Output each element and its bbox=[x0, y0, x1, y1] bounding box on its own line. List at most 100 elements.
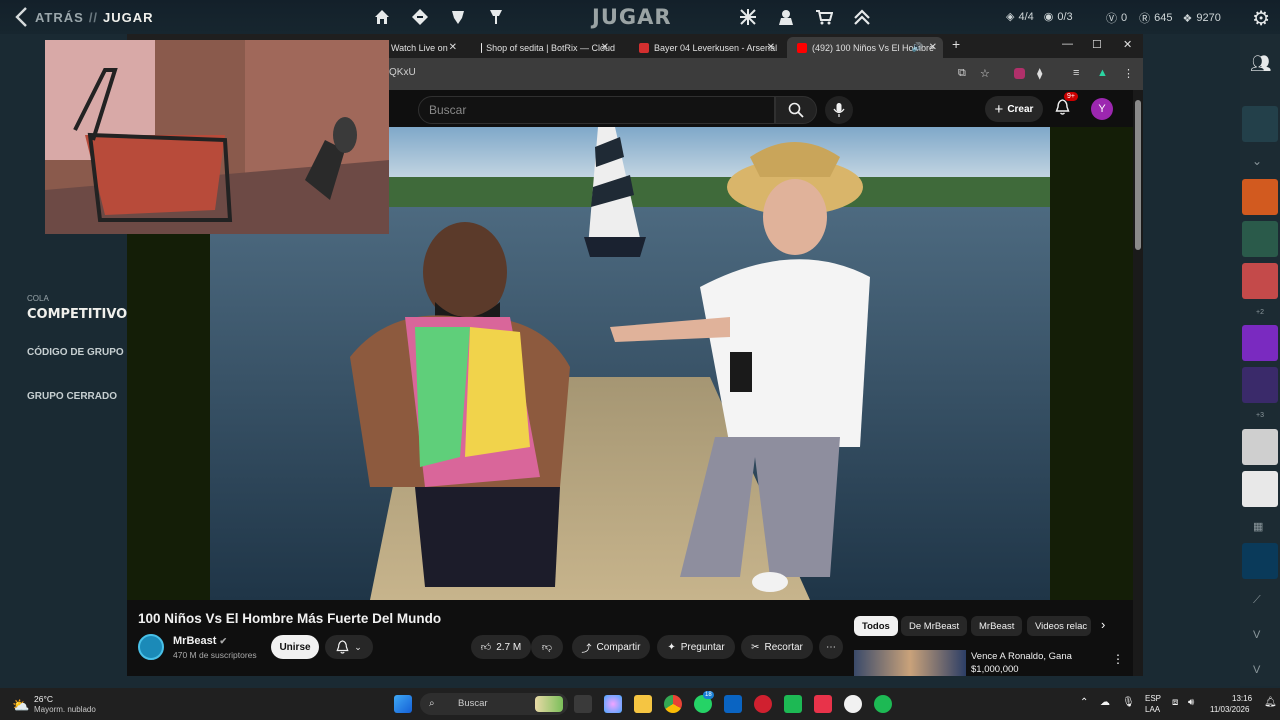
create-button[interactable]: + Crear bbox=[985, 96, 1043, 122]
clock-date[interactable]: 11/03/2026 bbox=[1210, 705, 1249, 714]
close-tab-icon[interactable]: ✕ bbox=[929, 42, 937, 53]
group-code-button[interactable]: CÓDIGO DE GRUPO bbox=[27, 347, 124, 358]
agents-icon[interactable] bbox=[411, 8, 429, 26]
media-controls-icon[interactable]: ≡ bbox=[1073, 67, 1079, 79]
chip-related[interactable]: Videos relac bbox=[1027, 616, 1091, 636]
search-button[interactable] bbox=[775, 96, 817, 124]
riot-client-icon[interactable] bbox=[754, 695, 772, 713]
valorant-taskbar-icon[interactable] bbox=[814, 695, 832, 713]
channel-name[interactable]: MrBeast ✔ bbox=[173, 635, 227, 647]
like-button[interactable]: 👍︎ 2.7 M bbox=[471, 635, 531, 659]
weather-temp[interactable]: 26°C bbox=[34, 694, 53, 704]
recommended-menu-icon[interactable]: ⋮ bbox=[1112, 652, 1124, 666]
install-app-icon[interactable]: ⧉ bbox=[958, 67, 966, 80]
notification-center-icon[interactable]: 🔔︎ bbox=[1264, 697, 1277, 708]
recommended-thumbnail[interactable] bbox=[854, 650, 966, 676]
show-hidden-icons[interactable]: ⌃ bbox=[1080, 697, 1088, 708]
language-line1[interactable]: ESP bbox=[1145, 694, 1161, 703]
breadcrumb-back[interactable]: ATRÁS bbox=[35, 10, 84, 25]
obs-icon[interactable] bbox=[784, 695, 802, 713]
clip-button[interactable]: ✂ Recortar bbox=[741, 635, 813, 659]
queue-mode[interactable]: COMPETITIVO bbox=[27, 307, 127, 322]
search-input[interactable]: Buscar bbox=[418, 96, 775, 124]
url-text[interactable]: QKxU bbox=[389, 67, 416, 78]
recommended-title[interactable]: Vence A Ronaldo, Gana $1,000,000 bbox=[971, 650, 1072, 676]
copilot-icon[interactable] bbox=[604, 695, 622, 713]
valorant-logo-icon[interactable]: V bbox=[1253, 629, 1260, 641]
extension-shield-icon[interactable] bbox=[1014, 68, 1025, 79]
home-icon[interactable] bbox=[373, 8, 391, 26]
browser-menu-icon[interactable]: ⋮ bbox=[1123, 67, 1134, 80]
offline-section-icon[interactable]: ⟋ bbox=[1253, 594, 1261, 607]
app-icon[interactable] bbox=[844, 695, 862, 713]
close-tab-icon[interactable]: ✕ bbox=[767, 42, 775, 53]
browser-tab-active[interactable]: (492) 100 Niños Vs El Hombre 🔊 ✕ bbox=[787, 37, 943, 58]
clock-time[interactable]: 13:16 bbox=[1232, 694, 1252, 703]
friend-avatar[interactable] bbox=[1242, 106, 1278, 142]
minimize-icon[interactable]: — bbox=[1062, 38, 1073, 50]
friend-avatar[interactable] bbox=[1242, 179, 1278, 215]
microphone-tray-icon[interactable]: 🎙︎ bbox=[1122, 697, 1135, 708]
chip-mrbeast[interactable]: MrBeast bbox=[971, 616, 1023, 636]
spotify-icon[interactable] bbox=[874, 695, 892, 713]
cloud-sync-icon[interactable]: ☁ bbox=[1100, 697, 1110, 708]
valorant-logo-icon[interactable]: V bbox=[1253, 664, 1260, 676]
rankup-icon[interactable] bbox=[853, 8, 871, 26]
chip-all[interactable]: Todos bbox=[854, 616, 898, 636]
friend-avatar[interactable] bbox=[1242, 325, 1278, 361]
back-arrow-icon[interactable] bbox=[10, 6, 32, 28]
volume-icon[interactable]: 🔊︎ bbox=[1188, 697, 1194, 708]
new-tab-icon[interactable]: + bbox=[952, 36, 960, 52]
friend-avatar[interactable] bbox=[1242, 263, 1278, 299]
browser-tab[interactable]: Bayer 04 Leverkusen - Arsenal ✕ bbox=[629, 37, 781, 58]
extensions-puzzle-icon[interactable]: ⧫ bbox=[1037, 67, 1042, 80]
league-of-legends-icon[interactable] bbox=[1242, 543, 1278, 579]
collapse-chevron-icon[interactable]: ⌄ bbox=[1252, 154, 1262, 168]
language-line2[interactable]: LAA bbox=[1145, 705, 1160, 714]
friend-avatar[interactable] bbox=[1242, 367, 1278, 403]
chrome-icon[interactable] bbox=[664, 695, 682, 713]
friend-avatar[interactable] bbox=[1242, 471, 1278, 507]
friends-overflow-count[interactable]: +3 bbox=[1240, 412, 1280, 419]
profile-extension-icon[interactable]: ▲ bbox=[1097, 67, 1108, 79]
friend-avatar[interactable] bbox=[1242, 429, 1278, 465]
chip-from-channel[interactable]: De MrBeast bbox=[901, 616, 968, 636]
share-button[interactable]: ⤴ Compartir bbox=[572, 635, 650, 659]
add-friend-icon[interactable]: 👥︎ bbox=[1250, 54, 1272, 74]
channel-avatar[interactable] bbox=[138, 634, 164, 660]
ask-button[interactable]: ✦ Preguntar bbox=[657, 635, 735, 659]
scrollbar-thumb[interactable] bbox=[1135, 100, 1141, 250]
voice-search-button[interactable] bbox=[825, 96, 853, 124]
battlepass-icon[interactable] bbox=[487, 8, 505, 26]
bookmark-star-icon[interactable]: ☆ bbox=[980, 67, 990, 80]
browser-tab[interactable]: Watch Live on ✕ bbox=[381, 37, 463, 58]
esports-icon[interactable] bbox=[739, 8, 757, 26]
audio-playing-icon[interactable]: 🔊 bbox=[912, 42, 923, 53]
weather-desc[interactable]: Mayorm. nublado bbox=[34, 705, 96, 714]
store-icon[interactable] bbox=[815, 8, 834, 26]
browser-tab[interactable]: Shop of sedita | BotRix — Cloud ✕ bbox=[471, 37, 615, 58]
settings-gear-icon[interactable]: ⚙ bbox=[1252, 6, 1270, 31]
friends-overflow-count[interactable]: +2 bbox=[1240, 309, 1280, 316]
task-view-icon[interactable] bbox=[574, 695, 592, 713]
close-tab-icon[interactable]: ✕ bbox=[449, 42, 457, 53]
collection-icon[interactable] bbox=[777, 8, 795, 26]
chips-next-icon[interactable]: › bbox=[1101, 617, 1105, 632]
dislike-button[interactable]: 👎︎ bbox=[531, 635, 563, 659]
maximize-icon[interactable]: ☐ bbox=[1092, 38, 1102, 51]
page-scrollbar[interactable] bbox=[1133, 90, 1143, 676]
join-button[interactable]: Unirse bbox=[271, 635, 319, 659]
account-avatar[interactable]: Y bbox=[1091, 98, 1113, 120]
network-icon[interactable]: ⧈ bbox=[1172, 697, 1178, 708]
career-icon[interactable] bbox=[449, 8, 467, 26]
friend-avatar[interactable] bbox=[1242, 221, 1278, 257]
outlook-icon[interactable] bbox=[724, 695, 742, 713]
close-window-icon[interactable]: ✕ bbox=[1123, 38, 1132, 51]
game-library-icon[interactable]: ▦ bbox=[1253, 520, 1263, 533]
subscription-bell-button[interactable]: ⌄ bbox=[325, 635, 373, 659]
group-closed-button[interactable]: GRUPO CERRADO bbox=[27, 391, 117, 402]
close-tab-icon[interactable]: ✕ bbox=[601, 42, 609, 53]
start-menu-icon[interactable] bbox=[394, 695, 412, 713]
more-actions-button[interactable]: ⋯ bbox=[819, 635, 843, 659]
weather-icon[interactable]: ⛅ bbox=[12, 697, 29, 714]
